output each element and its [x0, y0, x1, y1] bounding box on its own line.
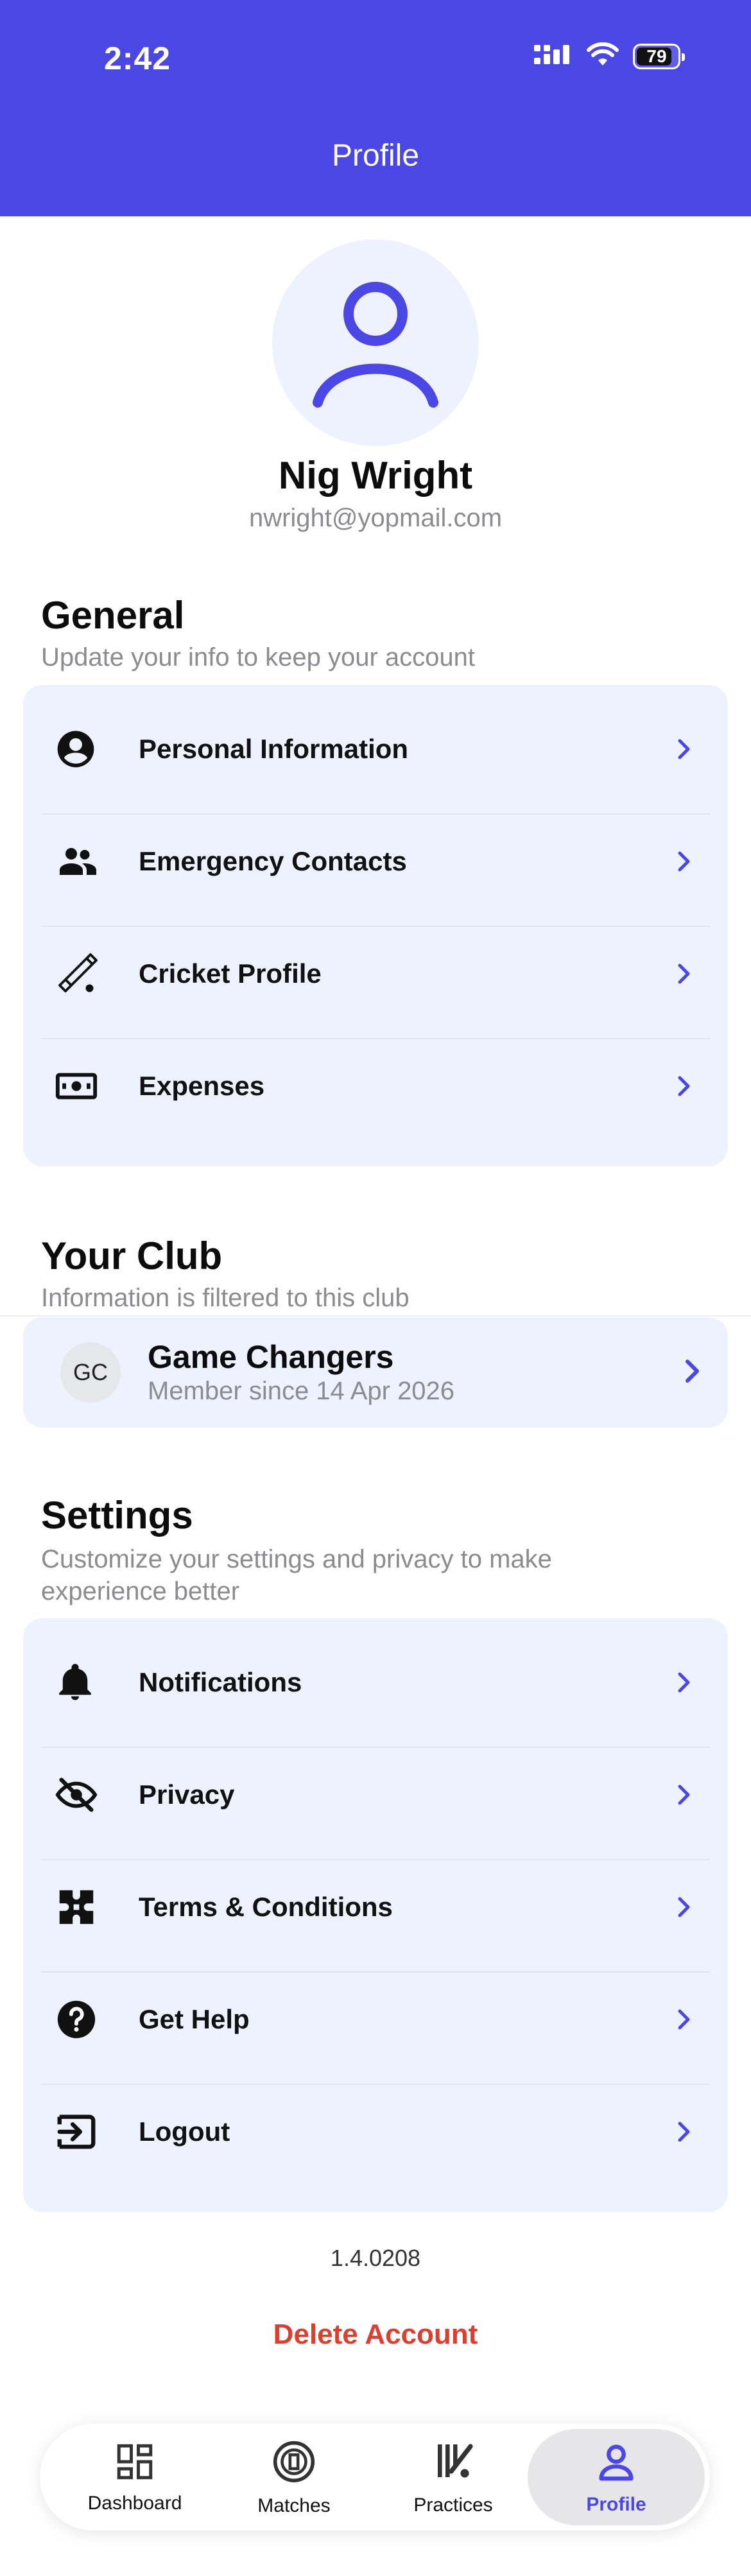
- eye-off-icon: [54, 1768, 107, 1821]
- user-email: nwright@yopmail.com: [248, 504, 503, 532]
- club-badge: GC: [60, 1342, 121, 1403]
- emergency-contacts-item[interactable]: Emergency Contacts: [41, 805, 710, 917]
- account-circle-icon: [54, 723, 107, 775]
- chevron-right-icon: [671, 736, 697, 762]
- puzzle-icon: [54, 1881, 107, 1933]
- status-time: 2:42: [104, 40, 171, 76]
- privacy-item[interactable]: Privacy: [41, 1738, 710, 1851]
- cellular-signal-icon: [533, 44, 573, 69]
- matches-icon: [270, 2438, 318, 2489]
- app-version: 1.4.0208: [330, 2245, 421, 2271]
- user-name: Nig Wright: [278, 454, 473, 497]
- club-member-since: Member since 14 Apr 2026: [148, 1377, 455, 1405]
- tab-practices[interactable]: Practices: [376, 2429, 530, 2525]
- tab-profile-label: Profile: [586, 2493, 646, 2515]
- expenses-label: Expenses: [139, 1070, 265, 1101]
- notifications-label: Notifications: [139, 1666, 302, 1697]
- club-section-title: Your Club: [41, 1234, 223, 1277]
- chevron-right-icon: [671, 2119, 697, 2145]
- club-name: Game Changers: [148, 1339, 394, 1375]
- chevron-right-icon: [671, 1670, 697, 1695]
- status-bar: 2:42 79: [0, 0, 751, 122]
- app-header: 2:42 79 Profile: [0, 0, 751, 216]
- battery-level: 79: [646, 46, 667, 66]
- notifications-item[interactable]: Notifications: [41, 1626, 710, 1738]
- practices-icon: [430, 2439, 476, 2488]
- expenses-item[interactable]: Expenses: [41, 1030, 710, 1142]
- chevron-right-icon: [671, 2007, 697, 2032]
- dashboard-icon: [114, 2441, 156, 2486]
- avatar[interactable]: [272, 239, 479, 446]
- chevron-right-icon: [671, 1073, 697, 1099]
- terms-conditions-label: Terms & Conditions: [139, 1891, 393, 1922]
- people-icon: [54, 835, 107, 888]
- club-section-subtitle: Information is filtered to this club: [41, 1284, 410, 1312]
- settings-card: Notifications Privacy Terms & Conditions…: [23, 1618, 728, 2212]
- tab-practices-label: Practices: [413, 2494, 493, 2516]
- general-section-subtitle: Update your info to keep your account: [41, 643, 475, 671]
- settings-section-title: Settings: [41, 1494, 193, 1537]
- settings-section-subtitle: Customize your settings and privacy to m…: [41, 1545, 552, 1605]
- page-title: Profile: [331, 139, 420, 173]
- tab-matches-label: Matches: [257, 2494, 331, 2516]
- wifi-icon: [587, 42, 619, 70]
- chevron-right-icon: [671, 961, 697, 987]
- cricket-profile-item[interactable]: Cricket Profile: [41, 917, 710, 1030]
- personal-information-item[interactable]: Personal Information: [41, 693, 710, 805]
- status-icons: 79: [533, 42, 685, 70]
- bottom-tab-bar: Dashboard Matches Practices Profile: [40, 2424, 710, 2530]
- tab-dashboard[interactable]: Dashboard: [58, 2429, 212, 2525]
- logout-icon: [54, 2105, 107, 2158]
- personal-information-label: Personal Information: [139, 733, 409, 764]
- profile-icon: [594, 2439, 639, 2487]
- logout-item[interactable]: Logout: [41, 2075, 710, 2188]
- help-icon: [54, 1993, 107, 2046]
- cricket-profile-label: Cricket Profile: [139, 958, 322, 989]
- chevron-right-icon: [684, 1358, 701, 1387]
- user-icon: [298, 268, 453, 419]
- delete-account-button[interactable]: Delete Account: [0, 2319, 751, 2351]
- general-card: Personal Information Emergency Contacts …: [23, 685, 728, 1166]
- emergency-contacts-label: Emergency Contacts: [139, 845, 407, 876]
- get-help-item[interactable]: Get Help: [41, 1963, 710, 2075]
- battery-icon: 79: [633, 43, 685, 69]
- cricket-bat-icon: [54, 947, 107, 1000]
- club-row[interactable]: GC Game Changers Member since 14 Apr 202…: [41, 1316, 710, 1429]
- club-card[interactable]: GC Game Changers Member since 14 Apr 202…: [23, 1317, 728, 1428]
- money-icon: [54, 1060, 107, 1112]
- tab-dashboard-label: Dashboard: [87, 2492, 182, 2514]
- tab-matches[interactable]: Matches: [217, 2429, 371, 2525]
- chevron-right-icon: [671, 1894, 697, 1920]
- bell-icon: [54, 1656, 107, 1709]
- chevron-right-icon: [671, 849, 697, 874]
- get-help-label: Get Help: [139, 2003, 250, 2034]
- chevron-right-icon: [671, 1782, 697, 1808]
- tab-profile[interactable]: Profile: [528, 2429, 705, 2525]
- general-section-title: General: [41, 594, 185, 637]
- logout-label: Logout: [139, 2116, 230, 2147]
- terms-conditions-item[interactable]: Terms & Conditions: [41, 1851, 710, 1963]
- privacy-label: Privacy: [139, 1779, 235, 1810]
